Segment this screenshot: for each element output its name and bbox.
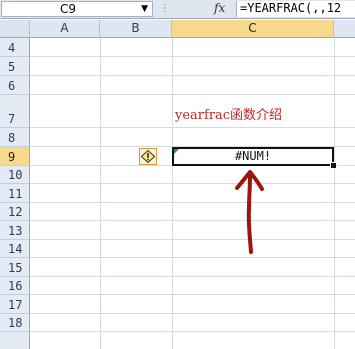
row-header-7[interactable]: 7	[0, 95, 30, 128]
row-header-6[interactable]: 6	[0, 76, 30, 95]
row-header-16[interactable]: 16	[0, 277, 30, 295]
name-box-value: C9	[60, 2, 77, 16]
row-header-11[interactable]: 11	[0, 184, 30, 203]
row-header-8[interactable]: 8	[0, 128, 30, 147]
worksheet-grid[interactable]	[30, 38, 355, 349]
row-header-14[interactable]: 14	[0, 240, 30, 258]
cell-c7[interactable]: yearfrac函数介绍	[175, 104, 282, 123]
row-header-13[interactable]: 13	[0, 221, 30, 240]
cell-c9: #NUM!	[234, 149, 272, 163]
row-header-15[interactable]: 15	[0, 258, 30, 277]
row-header-12[interactable]: 12	[0, 203, 30, 221]
row-header-10[interactable]: 10	[0, 166, 30, 184]
fill-handle[interactable]	[330, 162, 337, 169]
warning-diamond-icon	[141, 150, 155, 163]
row-header-17[interactable]: 17	[0, 295, 30, 314]
name-box[interactable]: C9 ▼	[1, 1, 153, 17]
formula-bar-splitter[interactable]: ⋮	[160, 3, 170, 14]
red-arrow-up-icon	[235, 170, 264, 254]
formula-bar: C9 ▼ ⋮ fx =YEARFRAC(,,12	[0, 0, 355, 19]
formula-input[interactable]: =YEARFRAC(,,12	[236, 1, 355, 17]
row-header-5[interactable]: 5	[0, 57, 30, 76]
column-header-b[interactable]: B	[100, 20, 172, 38]
chevron-down-icon[interactable]: ▼	[141, 2, 148, 16]
row-header-19[interactable]	[0, 332, 30, 349]
insert-function-icon[interactable]: fx	[214, 1, 234, 17]
column-header-next[interactable]	[334, 20, 355, 38]
row-header-18[interactable]: 18	[0, 314, 30, 332]
error-indicator-button[interactable]	[139, 148, 157, 165]
column-header-c[interactable]: C	[172, 20, 334, 38]
column-header-a[interactable]: A	[30, 20, 100, 38]
select-all-corner[interactable]	[0, 20, 30, 38]
row-header-9[interactable]: 9	[0, 147, 30, 166]
row-header-4[interactable]: 4	[0, 38, 30, 57]
